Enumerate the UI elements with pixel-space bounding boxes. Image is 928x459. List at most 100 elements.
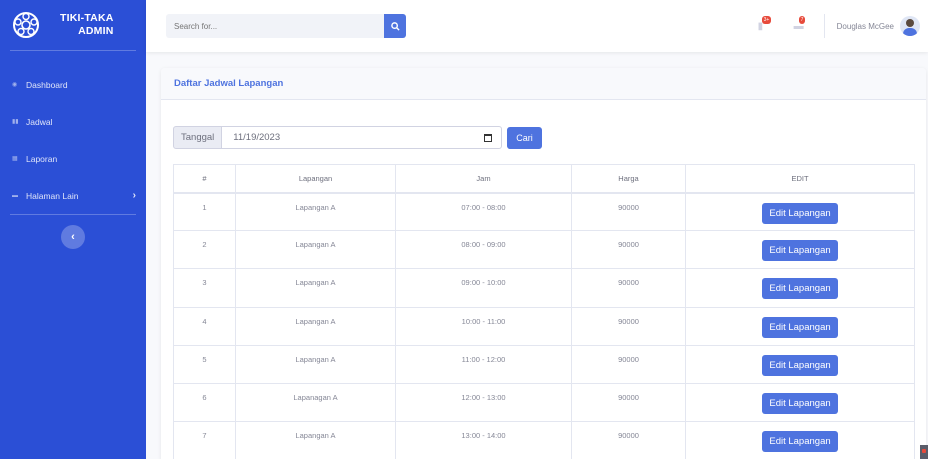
cell-edit: Edit Lapangan [685,306,915,346]
cell-harga: 90000 [571,191,686,232]
sidebar-toggle-button[interactable]: ‹ [61,225,85,249]
cell-jam: 07:00 - 08:00 [395,191,572,232]
cell-edit: Edit Lapangan [685,191,915,232]
avatar[interactable] [900,16,920,36]
cell-harga: 90000 [571,268,686,308]
brand[interactable]: TIKI-TAKA ADMIN [0,0,146,50]
cell-no: 4 [173,306,236,346]
corner-indicator-icon [922,449,926,453]
column-header: Jam [395,164,572,194]
cell-harga: 90000 [571,421,686,459]
table-row: 5 Lapangan A 11:00 - 12:00 90000 Edit La… [173,344,915,384]
alerts-badge: 3+ [761,15,772,24]
schedule-card: Daftar Jadwal Lapangan Tanggal 11/19/202… [161,68,926,459]
sidebar-item-label: Laporan [26,153,58,164]
edit-lapangan-button[interactable]: Edit Lapangan [762,316,838,338]
sidebar-item-label: Jadwal [26,116,53,127]
edit-lapangan-button[interactable]: Edit Lapangan [762,240,838,262]
cell-jam: 11:00 - 12:00 [395,344,572,384]
search-button[interactable] [384,14,406,38]
cell-lapangan: Lapangan A [235,191,396,232]
cell-jam: 12:00 - 13:00 [395,382,572,423]
table-header-row: # Lapangan Jam Harga EDIT [173,164,915,194]
column-header: # [173,164,236,194]
sidebar-item-label: Dashboard [26,79,68,90]
table-row: 1 Lapangan A 07:00 - 08:00 90000 Edit La… [173,191,915,232]
sidebar-divider [10,50,136,51]
sidebar: TIKI-TAKA ADMIN ◉ Dashboard ▮▮ Jadwal ▦ … [0,0,146,459]
table-row: 2 Lapangan A 08:00 - 09:00 90000 Edit La… [173,230,915,270]
cell-harga: 90000 [571,306,686,346]
sidebar-item-dashboard[interactable]: ◉ Dashboard [0,66,146,103]
avatar-head [906,19,914,27]
card-title: Daftar Jadwal Lapangan [161,68,926,100]
brand-line-1: TIKI-TAKA [60,11,114,24]
cell-edit: Edit Lapangan [685,230,915,270]
date-input-value: 11/19/2023 [233,132,281,143]
search-bar [166,14,406,38]
edit-lapangan-button[interactable]: Edit Lapangan [762,392,838,414]
date-filter-label: Tanggal [173,126,223,149]
cell-jam: 08:00 - 09:00 [395,230,572,270]
chart-icon: ▮▮ [12,119,19,125]
cell-edit: Edit Lapangan [685,268,915,308]
avatar-body [903,28,917,36]
cell-lapangan: Lapangan A [235,306,396,346]
cell-edit: Edit Lapangan [685,344,915,384]
alerts-button[interactable]: ▮ 3+ [758,15,772,32]
date-filter: Tanggal 11/19/2023 Cari [173,126,542,149]
table-row: 6 Lapanagan A 12:00 - 13:00 90000 Edit L… [173,382,915,423]
date-input[interactable]: 11/19/2023 [222,126,503,149]
cell-lapangan: Lapangan A [235,421,396,459]
cell-jam: 13:00 - 14:00 [395,421,572,459]
brand-line-2: ADMIN [78,25,114,37]
calendar-icon[interactable] [484,133,493,142]
edit-lapangan-button[interactable]: Edit Lapangan [762,202,838,224]
search-icon [390,21,400,31]
edit-lapangan-button[interactable]: Edit Lapangan [762,354,838,376]
brand-name: TIKI-TAKA ADMIN [60,12,114,38]
column-header: Harga [571,164,686,194]
messages-button[interactable]: ▬ 7 [794,15,808,32]
cell-no: 5 [173,344,236,384]
messages-badge: 7 [798,15,806,24]
cell-lapangan: Lapangan A [235,344,396,384]
cell-no: 3 [173,268,236,308]
cell-no: 6 [173,382,236,423]
table-row: 4 Lapangan A 10:00 - 11:00 90000 Edit La… [173,306,915,346]
cell-harga: 90000 [571,230,686,270]
sidebar-divider [10,214,136,215]
topbar-right: ▮ 3+ ▬ 7 Douglas McGee [758,0,920,52]
chevron-left-icon: ‹ [71,231,75,243]
football-logo-icon [10,9,42,41]
cell-lapangan: Lapangan A [235,230,396,270]
sidebar-item-halaman-lain[interactable]: ▬ Halaman Lain › [0,177,146,214]
cell-jam: 10:00 - 11:00 [395,306,572,346]
table-row: 3 Lapangan A 09:00 - 10:00 90000 Edit La… [173,268,915,308]
edit-lapangan-button[interactable]: Edit Lapangan [762,278,838,300]
cell-no: 7 [173,421,236,459]
user-name[interactable]: Douglas McGee [837,22,894,31]
search-input[interactable] [166,14,384,38]
cell-harga: 90000 [571,382,686,423]
table-icon: ▦ [12,156,18,162]
cell-lapangan: Lapangan A [235,268,396,308]
topbar-divider [823,14,825,38]
sidebar-item-laporan[interactable]: ▦ Laporan [0,140,146,177]
topbar: ▮ 3+ ▬ 7 Douglas McGee [146,0,928,52]
column-header: EDIT [685,164,915,194]
cell-no: 2 [173,230,236,270]
search-date-button[interactable]: Cari [507,126,542,149]
table-row: 7 Lapangan A 13:00 - 14:00 90000 Edit La… [173,421,915,459]
schedule-table: # Lapangan Jam Harga EDIT 1 Lapangan A 0… [173,164,915,459]
chevron-right-icon: › [132,190,136,201]
cell-jam: 09:00 - 10:00 [395,268,572,308]
cell-lapangan: Lapanagan A [235,382,396,423]
sidebar-item-label: Halaman Lain [26,190,79,201]
sidebar-item-jadwal[interactable]: ▮▮ Jadwal [0,103,146,140]
cell-harga: 90000 [571,344,686,384]
column-header: Lapangan [235,164,396,194]
edit-lapangan-button[interactable]: Edit Lapangan [762,431,838,453]
cell-edit: Edit Lapangan [685,382,915,423]
cell-edit: Edit Lapangan [685,421,915,459]
